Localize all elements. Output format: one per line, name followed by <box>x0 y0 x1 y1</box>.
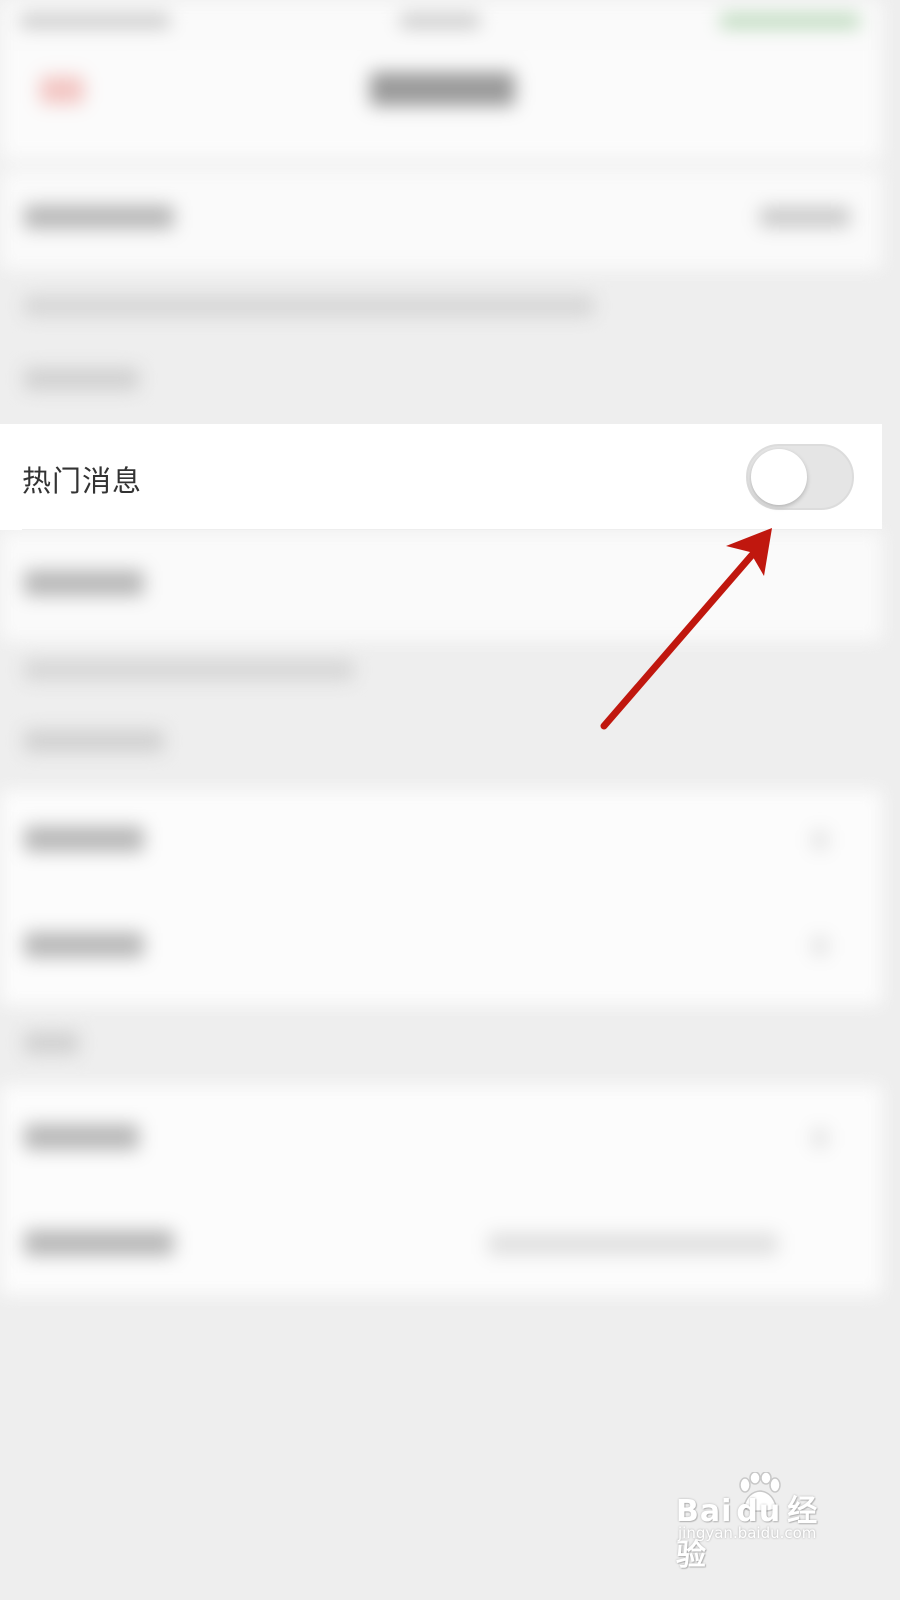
annotation-arrow <box>600 528 772 730</box>
watermark-url: jingyan.baidu.com <box>678 1524 817 1542</box>
watermark: Bai du 经验 jingyan.baidu.com <box>676 1472 846 1573</box>
